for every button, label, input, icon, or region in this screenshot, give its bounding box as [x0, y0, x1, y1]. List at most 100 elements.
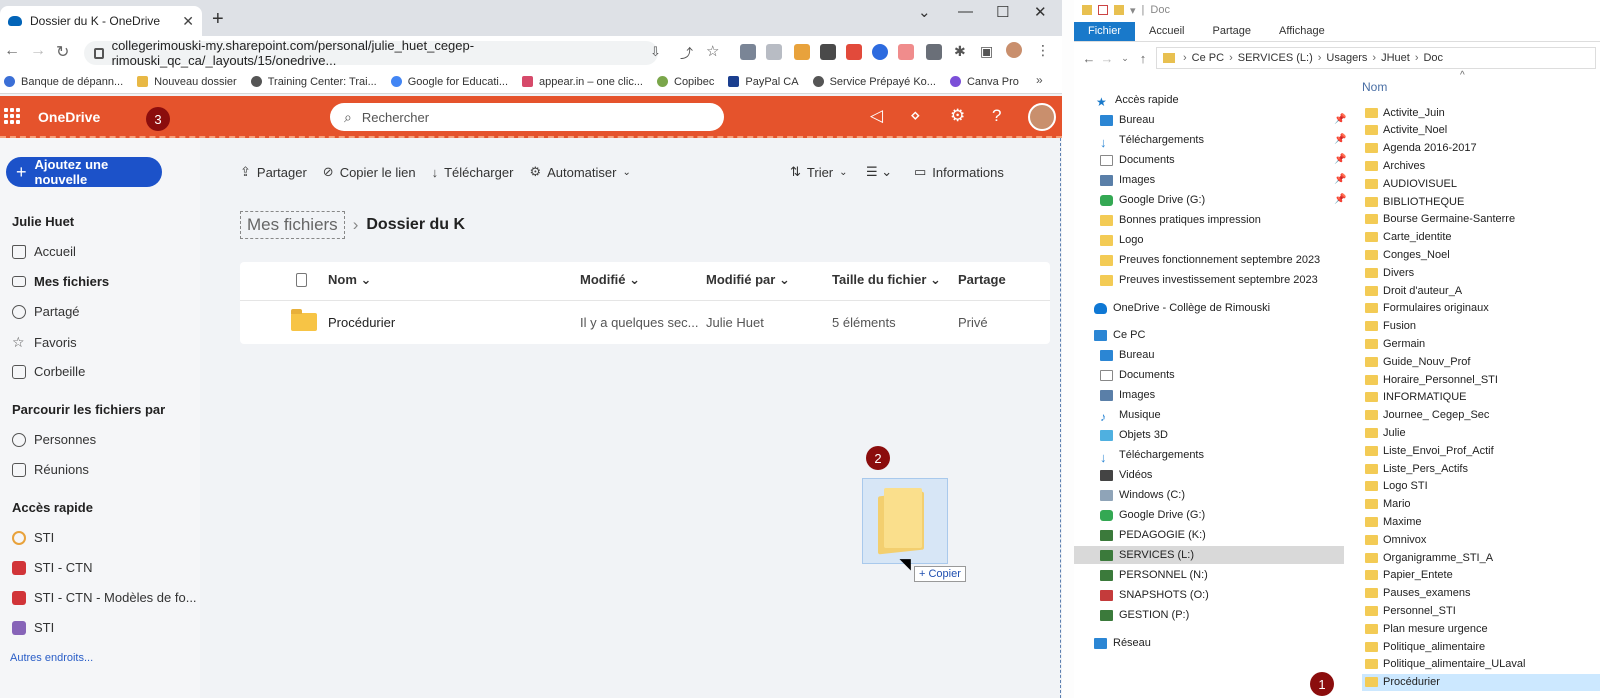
- tab-search-icon[interactable]: ⌄: [918, 3, 931, 21]
- column-header-sharing[interactable]: Partage: [958, 272, 1006, 287]
- close-window-button[interactable]: ✕: [1034, 3, 1047, 21]
- explorer-folder-item[interactable]: Carte_identite: [1362, 229, 1600, 246]
- copy-link-button[interactable]: ⊘ Copier le lien: [323, 164, 416, 180]
- quick-item-sti[interactable]: STI: [12, 530, 54, 545]
- explorer-folder-item[interactable]: Conges_Noel: [1362, 246, 1600, 263]
- bookmark-star-icon[interactable]: ☆: [706, 42, 719, 60]
- explorer-folder-item[interactable]: Activite_Juin: [1362, 104, 1600, 121]
- nav-item-partage[interactable]: Partagé: [12, 304, 80, 319]
- settings-gear-icon[interactable]: ⚙: [950, 106, 965, 126]
- explorer-folder-item[interactable]: Organigramme_STI_A: [1362, 549, 1600, 566]
- close-tab-icon[interactable]: ✕: [182, 13, 194, 30]
- tree-item[interactable]: ♪ Musique: [1100, 406, 1161, 424]
- breadcrumb-mes-fichiers[interactable]: Mes fichiers: [240, 211, 345, 239]
- chevron-down-icon[interactable]: ▾: [1130, 4, 1136, 17]
- sort-button[interactable]: ⇅ Trier ⌄: [790, 164, 848, 180]
- file-name[interactable]: Procédurier: [328, 315, 395, 330]
- new-tab-button[interactable]: +: [212, 8, 224, 31]
- tree-item[interactable]: ↓ Téléchargements: [1100, 446, 1204, 465]
- tree-item[interactable]: Bureau: [1100, 111, 1154, 129]
- tree-item[interactable]: Bonnes pratiques impression: [1100, 211, 1261, 229]
- quick-item-sti-ctn-modeles[interactable]: STI - CTN - Modèles de fo...: [12, 590, 197, 605]
- path-segment[interactable]: Doc: [1423, 52, 1443, 64]
- explorer-folder-item[interactable]: Plan mesure urgence: [1362, 620, 1600, 637]
- bookmark[interactable]: Service Prépayé Ko...: [812, 76, 936, 88]
- profile-avatar[interactable]: [1006, 42, 1022, 58]
- path-segment[interactable]: JHuet: [1381, 52, 1410, 64]
- explorer-folder-item[interactable]: Maxime: [1362, 513, 1600, 530]
- info-button[interactable]: ▭ Informations: [914, 164, 1004, 180]
- tree-item[interactable]: PEDAGOGIE (K:): [1100, 526, 1206, 544]
- explorer-folder-item[interactable]: Activite_Noel: [1362, 122, 1600, 139]
- puzzle-extensions-icon[interactable]: ✱: [954, 43, 966, 60]
- explorer-folder-item[interactable]: Logo STI: [1362, 478, 1600, 495]
- extension-icon[interactable]: [898, 44, 914, 60]
- explorer-folder-item[interactable]: Politique_alimentaire_ULaval: [1362, 656, 1600, 673]
- avatar[interactable]: [1028, 103, 1056, 131]
- bookmark[interactable]: Copibec: [657, 76, 714, 88]
- quick-item-sti-ctn[interactable]: STI - CTN: [12, 560, 93, 575]
- explorer-folder-item[interactable]: Droit d'auteur_A: [1362, 282, 1600, 299]
- tree-item[interactable]: Documents: [1100, 151, 1175, 169]
- explorer-folder-item[interactable]: AUDIOVISUEL: [1362, 175, 1600, 192]
- extension-icon[interactable]: [766, 44, 782, 60]
- column-header-name[interactable]: Nom ⌄: [328, 272, 371, 288]
- tree-item[interactable]: SNAPSHOTS (O:): [1100, 586, 1209, 604]
- explorer-folder-item[interactable]: Germain: [1362, 335, 1600, 352]
- bookmark[interactable]: PayPal CA: [728, 76, 799, 88]
- view-options-button[interactable]: ☰ ⌄: [866, 164, 892, 180]
- explorer-folder-item[interactable]: Julie: [1362, 424, 1600, 441]
- forward-icon[interactable]: →: [30, 42, 46, 60]
- up-icon[interactable]: ↑: [1134, 51, 1152, 66]
- pin-icon[interactable]: 📌: [1334, 174, 1346, 185]
- nav-item-corbeille[interactable]: Corbeille: [12, 364, 85, 379]
- explorer-folder-item[interactable]: Archives: [1362, 157, 1600, 174]
- column-header-name[interactable]: Nom: [1362, 80, 1387, 94]
- tree-item-onedrive[interactable]: OneDrive - Collège de Rimouski: [1094, 299, 1270, 317]
- ribbon-tab-fichier[interactable]: Fichier: [1074, 22, 1136, 41]
- menu-kebab-icon[interactable]: ⋮: [1036, 42, 1050, 59]
- app-launcher-icon[interactable]: [4, 108, 20, 124]
- shield-extension-icon[interactable]: [926, 44, 942, 60]
- nav-item-mes-fichiers[interactable]: Mes fichiers: [12, 274, 109, 289]
- tree-item[interactable]: GESTION (P:): [1100, 606, 1189, 624]
- tree-item[interactable]: Google Drive (G:): [1100, 506, 1205, 524]
- facebook-extension-icon[interactable]: [820, 44, 836, 60]
- tree-item-ce-pc[interactable]: Ce PC: [1094, 326, 1145, 344]
- explorer-folder-item[interactable]: Journee_ Cegep_Sec: [1362, 407, 1600, 424]
- install-app-icon[interactable]: ⇩: [650, 44, 661, 60]
- new-folder-icon[interactable]: [1114, 5, 1124, 15]
- nav-item-reunions[interactable]: Réunions: [12, 462, 89, 477]
- path-segment[interactable]: Ce PC: [1192, 52, 1224, 64]
- app-title[interactable]: OneDrive: [38, 109, 100, 125]
- tree-item[interactable]: Logo: [1100, 231, 1143, 249]
- side-panel-icon[interactable]: ▣: [980, 43, 993, 60]
- back-icon[interactable]: ←: [1080, 51, 1098, 66]
- bookmark[interactable]: Banque de dépann...: [4, 76, 123, 88]
- quick-item-sti-2[interactable]: STI: [12, 620, 54, 635]
- explorer-folder-item[interactable]: Bourse Germaine-Santerre: [1362, 211, 1600, 228]
- extension-icon[interactable]: [846, 44, 862, 60]
- more-places-link[interactable]: Autres endroits...: [10, 652, 93, 664]
- path-segment[interactable]: Usagers: [1326, 52, 1367, 64]
- recent-locations-icon[interactable]: ⌄: [1116, 53, 1134, 64]
- explorer-folder-item[interactable]: Papier_Entete: [1362, 567, 1600, 584]
- tree-item[interactable]: PERSONNEL (N:): [1100, 566, 1208, 584]
- explorer-folder-item[interactable]: BIBLIOTHEQUE: [1362, 193, 1600, 210]
- bookmark[interactable]: Nouveau dossier: [137, 76, 237, 88]
- extension-icon[interactable]: [794, 44, 810, 60]
- browser-tab[interactable]: Dossier du K - OneDrive ✕: [0, 6, 202, 36]
- explorer-address-bar[interactable]: › Ce PC › SERVICES (L:) › Usagers › JHuet › …: [1156, 47, 1596, 69]
- column-header-size[interactable]: Taille du fichier ⌄: [832, 272, 941, 288]
- forward-icon[interactable]: →: [1098, 51, 1116, 66]
- add-new-button[interactable]: + Ajoutez une nouvelle: [6, 157, 162, 187]
- nav-item-personnes[interactable]: Personnes: [12, 432, 96, 447]
- explorer-folder-item[interactable]: Fusion: [1362, 318, 1600, 335]
- bookmark[interactable]: appear.in – one clic...: [522, 76, 643, 88]
- explorer-folder-item[interactable]: Guide_Nouv_Prof: [1362, 353, 1600, 370]
- reload-icon[interactable]: ↻: [56, 42, 69, 62]
- tree-item[interactable]: Google Drive (G:): [1100, 191, 1205, 209]
- explorer-folder-item[interactable]: Pauses_examens: [1362, 585, 1600, 602]
- explorer-folder-item[interactable]: Horaire_Personnel_STI: [1362, 371, 1600, 388]
- extension-icon[interactable]: [740, 44, 756, 60]
